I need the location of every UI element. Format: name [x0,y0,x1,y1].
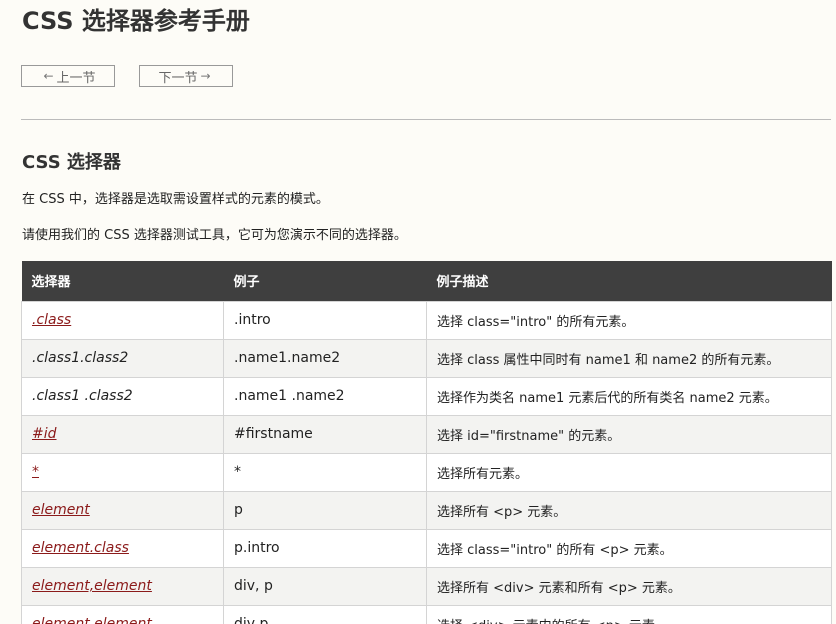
section-title: CSS 选择器 [22,152,121,173]
description-cell: 选择 id="firstname" 的元素。 [426,414,832,454]
header-description: 例子描述 [426,261,832,301]
next-section-button[interactable]: 下一节 → [139,65,233,87]
selector-cell: .class1.class2 [21,338,224,378]
description-cell: 选择 class="intro" 的所有 <p> 元素。 [426,528,832,568]
selector-table: 选择器 例子 例子描述 .class .intro 选择 class="intro"… [21,261,832,624]
example-cell: .name1 .name2 [223,376,427,416]
prev-section-button[interactable]: ← 上一节 [21,65,115,87]
description-cell: 选择 class="intro" 的所有元素。 [426,300,832,340]
selector-cell[interactable]: .class [21,300,224,340]
description-cell: 选择所有元素。 [426,452,832,492]
table-row: * * 选择所有元素。 [21,452,832,492]
table-header-row: 选择器 例子 例子描述 [21,261,832,301]
prev-section-label: 上一节 [56,70,96,86]
description-cell: 选择所有 <p> 元素。 [426,490,832,530]
example-cell: #firstname [223,414,427,454]
table-row: element.class p.intro 选择 class="intro" 的所有… [21,528,832,568]
selector-cell[interactable]: element [21,490,224,530]
selector-cell[interactable]: #id [21,414,224,454]
arrow-left-icon: ← [43,69,54,83]
example-cell: div p [223,604,427,624]
table-row: element p 选择所有 <p> 元素。 [21,490,832,530]
table-row: element,element div, p 选择所有 <div> 元素和所有 <p… [21,566,832,606]
selector-cell[interactable]: element element [21,604,224,624]
description-cell: 选择所有 <div> 元素和所有 <p> 元素。 [426,566,832,606]
example-cell: * [223,452,427,492]
description-cell: 选择 <div> 元素内的所有 <p> 元素。 [426,604,832,624]
next-section-label: 下一节 [158,70,198,86]
selector-cell[interactable]: element,element [21,566,224,606]
example-cell: .intro [223,300,427,340]
arrow-right-icon: → [200,69,211,83]
example-cell: p.intro [223,528,427,568]
header-example: 例子 [223,261,427,301]
page-title: CSS 选择器参考手册 [22,7,250,35]
selector-cell: .class1 .class2 [21,376,224,416]
example-cell: .name1.name2 [223,338,427,378]
divider [21,119,831,120]
table-row: .class .intro 选择 class="intro" 的所有元素。 [21,300,832,340]
page: CSS 选择器参考手册 ← 上一节 下一节 → CSS 选择器 在 CSS 中，… [0,0,836,624]
example-cell: div, p [223,566,427,606]
description-cell: 选择 class 属性中同时有 name1 和 name2 的所有元素。 [426,338,832,378]
table-row: .class1 .class2 .name1 .name2 选择作为类名 name1… [21,376,832,416]
selector-cell[interactable]: element.class [21,528,224,568]
table-row: .class1.class2 .name1.name2 选择 class 属性中同时… [21,338,832,378]
intro-paragraph: 在 CSS 中，选择器是选取需设置样式的元素的模式。 [22,192,329,207]
table-row: element elementdiv p选择 <div> 元素内的所有 <p> … [21,604,832,624]
example-cell: p [223,490,427,530]
selector-cell[interactable]: * [21,452,224,492]
header-selector: 选择器 [21,261,224,301]
description-cell: 选择作为类名 name1 元素后代的所有类名 name2 元素。 [426,376,832,416]
table-row: #id #firstname 选择 id="firstname" 的元素。 [21,414,832,454]
tool-paragraph: 请使用我们的 CSS 选择器测试工具，它可为您演示不同的选择器。 [22,228,407,243]
